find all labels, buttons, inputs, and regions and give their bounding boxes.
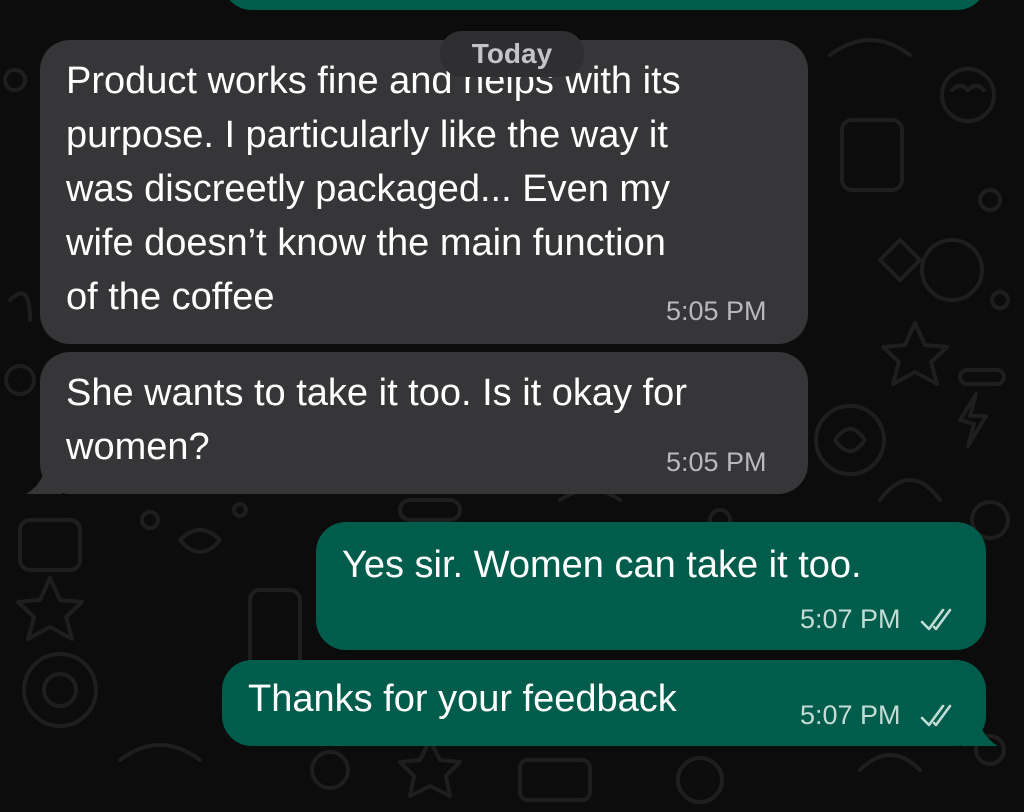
previous-message-bubble[interactable] — [222, 0, 987, 10]
message-text-line: Product works fine and helps with its — [66, 60, 681, 102]
message-text-line: of the coffee — [66, 276, 275, 318]
message-text-line: Yes sir. Women can take it too. — [342, 544, 862, 586]
message-text-line: She wants to take it too. Is it okay for — [66, 372, 687, 414]
message-text-line: purpose. I particularly like the way it — [66, 114, 668, 156]
message-timestamp: 5:07 PM — [800, 604, 901, 634]
message-timestamp: 5:07 PM — [800, 700, 901, 730]
chat-area: Product works fine and helps with its pu… — [0, 0, 1024, 812]
message-text-line: was discreetly packaged... Even my — [66, 168, 671, 210]
bubble-tail — [962, 710, 998, 746]
double-check-icon — [920, 608, 952, 631]
outgoing-message-bubble[interactable]: Yes sir. Women can take it too. 5:07 PM — [316, 522, 986, 650]
date-separator-pill: Today — [440, 31, 584, 77]
message-text-line: wife doesn’t know the main function — [66, 222, 666, 264]
message-text-line: women? — [66, 426, 210, 468]
incoming-message-bubble[interactable]: She wants to take it too. Is it okay for… — [40, 352, 808, 494]
message-timestamp: 5:05 PM — [666, 447, 767, 477]
message-text-line: Thanks for your feedback — [248, 678, 677, 720]
incoming-message-bubble[interactable]: Product works fine and helps with its pu… — [40, 40, 808, 344]
message-timestamp: 5:05 PM — [666, 296, 767, 326]
double-check-icon — [920, 704, 952, 727]
outgoing-message-bubble[interactable]: Thanks for your feedback 5:07 PM — [222, 660, 986, 746]
bubble-tail — [26, 458, 62, 494]
